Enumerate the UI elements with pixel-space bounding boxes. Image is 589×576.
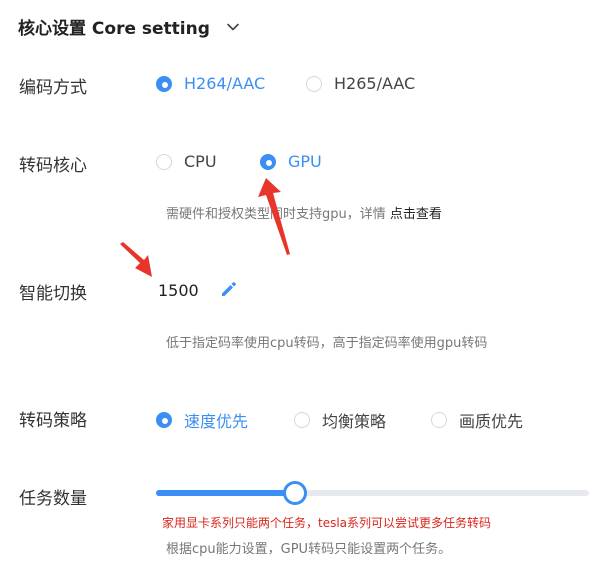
tasks-label: 任务数量 xyxy=(19,489,87,509)
pencil-icon[interactable] xyxy=(219,279,239,299)
radio-speed-priority-label: 速度优先 xyxy=(184,412,249,431)
radio-circle xyxy=(156,75,172,92)
section-header-core-setting[interactable]: 核心设置 Core setting xyxy=(18,14,240,39)
radio-circle xyxy=(156,412,172,428)
radio-h265-label: H265/AAC xyxy=(334,74,416,93)
radio-balanced-label: 均衡策略 xyxy=(322,412,387,431)
transcode-core-hint: 需硬件和授权类型同时支持gpu，详情 点击查看 xyxy=(166,203,442,222)
transcode-core-hint-text: 需硬件和授权类型同时支持gpu，详情 xyxy=(166,207,386,222)
chevron-down-icon xyxy=(227,23,239,30)
radio-circle xyxy=(156,153,172,170)
transcode-core-label: 转码核心 xyxy=(19,156,87,176)
radio-cpu-label: CPU xyxy=(184,152,217,171)
tasks-slider-fill xyxy=(156,490,295,496)
smart-switch-hint: 低于指定码率使用cpu转码，高于指定码率使用gpu转码 xyxy=(166,336,488,351)
radio-circle xyxy=(306,75,322,92)
strategy-label: 转码策略 xyxy=(19,411,87,431)
radio-quality-priority-label: 画质优先 xyxy=(459,412,524,431)
radio-circle xyxy=(260,153,276,170)
radio-h265[interactable]: H265/AAC xyxy=(306,74,415,93)
encoding-label: 编码方式 xyxy=(19,78,87,98)
smart-switch-value: 1500 xyxy=(158,281,199,300)
tasks-hint: 根据cpu能力设置，GPU转码只能设置两个任务。 xyxy=(166,542,452,557)
radio-h264-label: H264/AAC xyxy=(184,74,266,93)
section-title: 核心设置 Core setting xyxy=(18,19,210,39)
view-details-link[interactable]: 点击查看 xyxy=(390,207,442,222)
radio-circle xyxy=(431,412,447,428)
smart-switch-label: 智能切换 xyxy=(19,284,87,304)
radio-cpu[interactable]: CPU xyxy=(156,152,217,171)
annotation-arrow-smart-switch xyxy=(120,242,152,277)
radio-quality-priority[interactable]: 画质优先 xyxy=(431,408,523,432)
radio-h264[interactable]: H264/AAC xyxy=(156,74,265,93)
radio-gpu[interactable]: GPU xyxy=(260,152,322,171)
radio-balanced[interactable]: 均衡策略 xyxy=(294,408,386,432)
radio-circle xyxy=(294,412,310,428)
tasks-warning: 家用显卡系列只能两个任务，tesla系列可以尝试更多任务转码 xyxy=(162,516,492,530)
radio-speed-priority[interactable]: 速度优先 xyxy=(156,408,248,432)
radio-gpu-label: GPU xyxy=(288,152,322,171)
tasks-slider-handle[interactable] xyxy=(282,481,307,505)
